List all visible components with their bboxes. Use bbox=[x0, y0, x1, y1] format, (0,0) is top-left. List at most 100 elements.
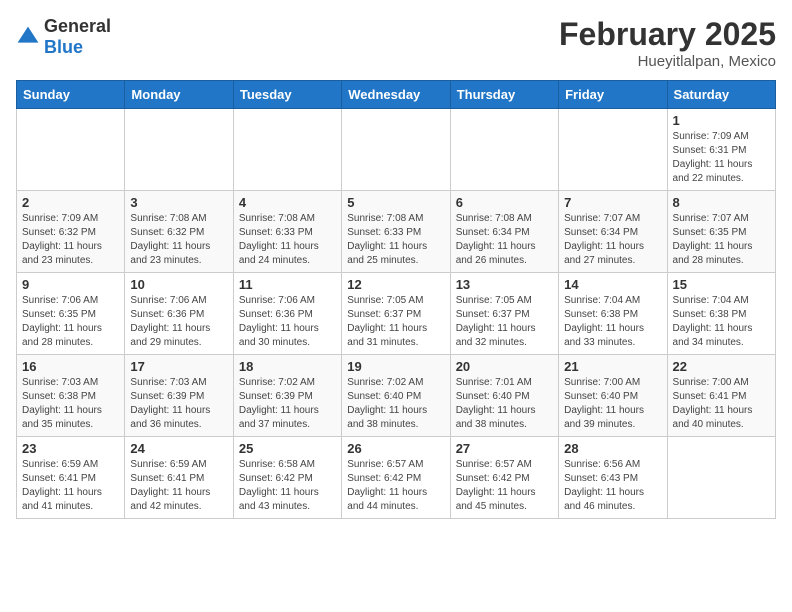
weekday-header-cell: Thursday bbox=[450, 81, 558, 109]
calendar-body: 1Sunrise: 7:09 AM Sunset: 6:31 PM Daylig… bbox=[17, 109, 776, 519]
month-title: February 2025 bbox=[559, 16, 776, 53]
calendar-cell: 14 Sunrise: 7:04 AM Sunset: 6:38 PM Dayli… bbox=[559, 273, 667, 355]
calendar-cell: 18 Sunrise: 7:02 AM Sunset: 6:39 PM Dayli… bbox=[233, 355, 341, 437]
day-info: Sunrise: 6:57 AM Sunset: 6:42 PM Dayligh… bbox=[347, 458, 444, 514]
calendar-week-row: 16 Sunrise: 7:03 AM Sunset: 6:38 PM Dayli… bbox=[17, 355, 776, 437]
calendar-cell: 12 Sunrise: 7:05 AM Sunset: 6:37 PM Dayli… bbox=[342, 273, 450, 355]
calendar-cell: 25 Sunrise: 6:58 AM Sunset: 6:42 PM Dayli… bbox=[233, 437, 341, 519]
location-title: Hueyitlalpan, Mexico bbox=[559, 53, 776, 70]
calendar-week-row: 2 Sunrise: 7:09 AM Sunset: 6:32 PM Daylig… bbox=[17, 191, 776, 273]
day-number: 25 bbox=[239, 441, 336, 456]
day-number: 19 bbox=[347, 359, 444, 374]
weekday-header-row: SundayMondayTuesdayWednesdayThursdayFrid… bbox=[17, 81, 776, 109]
day-number: 20 bbox=[456, 359, 553, 374]
logo-icon bbox=[16, 25, 40, 49]
day-number: 27 bbox=[456, 441, 553, 456]
day-info: Sunrise: 7:01 AM Sunset: 6:40 PM Dayligh… bbox=[456, 376, 553, 432]
day-info: Sunrise: 7:00 AM Sunset: 6:40 PM Dayligh… bbox=[564, 376, 661, 432]
weekday-header-cell: Friday bbox=[559, 81, 667, 109]
weekday-header-cell: Tuesday bbox=[233, 81, 341, 109]
day-info: Sunrise: 7:09 AM Sunset: 6:32 PM Dayligh… bbox=[22, 212, 119, 268]
calendar-cell bbox=[450, 109, 558, 191]
day-info: Sunrise: 7:09 AM Sunset: 6:31 PM Dayligh… bbox=[673, 130, 770, 186]
calendar-cell: 11 Sunrise: 7:06 AM Sunset: 6:36 PM Dayli… bbox=[233, 273, 341, 355]
day-info: Sunrise: 7:02 AM Sunset: 6:39 PM Dayligh… bbox=[239, 376, 336, 432]
weekday-header-cell: Monday bbox=[125, 81, 233, 109]
day-number: 8 bbox=[673, 195, 770, 210]
day-info: Sunrise: 7:00 AM Sunset: 6:41 PM Dayligh… bbox=[673, 376, 770, 432]
calendar-cell: 6 Sunrise: 7:08 AM Sunset: 6:34 PM Daylig… bbox=[450, 191, 558, 273]
day-number: 14 bbox=[564, 277, 661, 292]
calendar-cell: 17Sunrise: 7:03 AM Sunset: 6:39 PM Dayli… bbox=[125, 355, 233, 437]
day-number: 2 bbox=[22, 195, 119, 210]
calendar-cell: 9 Sunrise: 7:06 AM Sunset: 6:35 PM Daylig… bbox=[17, 273, 125, 355]
calendar-cell bbox=[125, 109, 233, 191]
day-number: 15 bbox=[673, 277, 770, 292]
calendar-cell: 24Sunrise: 6:59 AM Sunset: 6:41 PM Dayli… bbox=[125, 437, 233, 519]
day-info: Sunrise: 7:08 AM Sunset: 6:33 PM Dayligh… bbox=[347, 212, 444, 268]
title-block: February 2025 Hueyitlalpan, Mexico bbox=[559, 16, 776, 70]
day-info: Sunrise: 7:08 AM Sunset: 6:34 PM Dayligh… bbox=[456, 212, 553, 268]
calendar-cell: 2 Sunrise: 7:09 AM Sunset: 6:32 PM Daylig… bbox=[17, 191, 125, 273]
day-number: 5 bbox=[347, 195, 444, 210]
day-info: Sunrise: 7:03 AM Sunset: 6:38 PM Dayligh… bbox=[22, 376, 119, 432]
day-info: Sunrise: 6:59 AM Sunset: 6:41 PM Dayligh… bbox=[22, 458, 119, 514]
calendar-cell: 8Sunrise: 7:07 AM Sunset: 6:35 PM Daylig… bbox=[667, 191, 775, 273]
day-number: 3 bbox=[130, 195, 227, 210]
calendar-cell: 7 Sunrise: 7:07 AM Sunset: 6:34 PM Daylig… bbox=[559, 191, 667, 273]
day-number: 7 bbox=[564, 195, 661, 210]
logo: General Blue bbox=[16, 16, 111, 58]
day-info: Sunrise: 7:04 AM Sunset: 6:38 PM Dayligh… bbox=[564, 294, 661, 350]
day-info: Sunrise: 7:05 AM Sunset: 6:37 PM Dayligh… bbox=[456, 294, 553, 350]
calendar-cell: 15 Sunrise: 7:04 AM Sunset: 6:38 PM Dayli… bbox=[667, 273, 775, 355]
day-info: Sunrise: 7:04 AM Sunset: 6:38 PM Dayligh… bbox=[673, 294, 770, 350]
calendar-cell: 23Sunrise: 6:59 AM Sunset: 6:41 PM Dayli… bbox=[17, 437, 125, 519]
calendar-cell bbox=[342, 109, 450, 191]
day-info: Sunrise: 6:57 AM Sunset: 6:42 PM Dayligh… bbox=[456, 458, 553, 514]
weekday-header-cell: Saturday bbox=[667, 81, 775, 109]
logo-blue: Blue bbox=[44, 37, 83, 57]
calendar-cell: 20 Sunrise: 7:01 AM Sunset: 6:40 PM Dayli… bbox=[450, 355, 558, 437]
calendar-cell: 26 Sunrise: 6:57 AM Sunset: 6:42 PM Dayli… bbox=[342, 437, 450, 519]
day-info: Sunrise: 6:59 AM Sunset: 6:41 PM Dayligh… bbox=[130, 458, 227, 514]
calendar-table: SundayMondayTuesdayWednesdayThursdayFrid… bbox=[16, 80, 776, 519]
day-info: Sunrise: 7:07 AM Sunset: 6:34 PM Dayligh… bbox=[564, 212, 661, 268]
day-number: 13 bbox=[456, 277, 553, 292]
day-number: 18 bbox=[239, 359, 336, 374]
day-info: Sunrise: 7:08 AM Sunset: 6:32 PM Dayligh… bbox=[130, 212, 227, 268]
day-number: 6 bbox=[456, 195, 553, 210]
calendar-cell: 27 Sunrise: 6:57 AM Sunset: 6:42 PM Dayli… bbox=[450, 437, 558, 519]
calendar-cell bbox=[17, 109, 125, 191]
day-info: Sunrise: 7:08 AM Sunset: 6:33 PM Dayligh… bbox=[239, 212, 336, 268]
day-number: 16 bbox=[22, 359, 119, 374]
calendar-cell: 5 Sunrise: 7:08 AM Sunset: 6:33 PM Daylig… bbox=[342, 191, 450, 273]
day-number: 9 bbox=[22, 277, 119, 292]
day-info: Sunrise: 6:58 AM Sunset: 6:42 PM Dayligh… bbox=[239, 458, 336, 514]
calendar-cell: 1Sunrise: 7:09 AM Sunset: 6:31 PM Daylig… bbox=[667, 109, 775, 191]
day-info: Sunrise: 7:06 AM Sunset: 6:36 PM Dayligh… bbox=[239, 294, 336, 350]
calendar-cell: 13 Sunrise: 7:05 AM Sunset: 6:37 PM Dayli… bbox=[450, 273, 558, 355]
calendar-cell: 4Sunrise: 7:08 AM Sunset: 6:33 PM Daylig… bbox=[233, 191, 341, 273]
day-number: 22 bbox=[673, 359, 770, 374]
weekday-header-cell: Sunday bbox=[17, 81, 125, 109]
day-number: 21 bbox=[564, 359, 661, 374]
day-number: 12 bbox=[347, 277, 444, 292]
day-info: Sunrise: 7:05 AM Sunset: 6:37 PM Dayligh… bbox=[347, 294, 444, 350]
day-number: 28 bbox=[564, 441, 661, 456]
calendar-cell: 28 Sunrise: 6:56 AM Sunset: 6:43 PM Dayli… bbox=[559, 437, 667, 519]
day-number: 11 bbox=[239, 277, 336, 292]
day-info: Sunrise: 7:06 AM Sunset: 6:36 PM Dayligh… bbox=[130, 294, 227, 350]
calendar-week-row: 1Sunrise: 7:09 AM Sunset: 6:31 PM Daylig… bbox=[17, 109, 776, 191]
calendar-cell: 10Sunrise: 7:06 AM Sunset: 6:36 PM Dayli… bbox=[125, 273, 233, 355]
calendar-cell: 19Sunrise: 7:02 AM Sunset: 6:40 PM Dayli… bbox=[342, 355, 450, 437]
day-info: Sunrise: 6:56 AM Sunset: 6:43 PM Dayligh… bbox=[564, 458, 661, 514]
day-info: Sunrise: 7:06 AM Sunset: 6:35 PM Dayligh… bbox=[22, 294, 119, 350]
day-number: 26 bbox=[347, 441, 444, 456]
weekday-header-cell: Wednesday bbox=[342, 81, 450, 109]
calendar-cell bbox=[233, 109, 341, 191]
calendar-cell: 22 Sunrise: 7:00 AM Sunset: 6:41 PM Dayli… bbox=[667, 355, 775, 437]
logo-general: General bbox=[44, 16, 111, 36]
calendar-cell bbox=[559, 109, 667, 191]
calendar-week-row: 23Sunrise: 6:59 AM Sunset: 6:41 PM Dayli… bbox=[17, 437, 776, 519]
calendar-cell: 21 Sunrise: 7:00 AM Sunset: 6:40 PM Dayli… bbox=[559, 355, 667, 437]
